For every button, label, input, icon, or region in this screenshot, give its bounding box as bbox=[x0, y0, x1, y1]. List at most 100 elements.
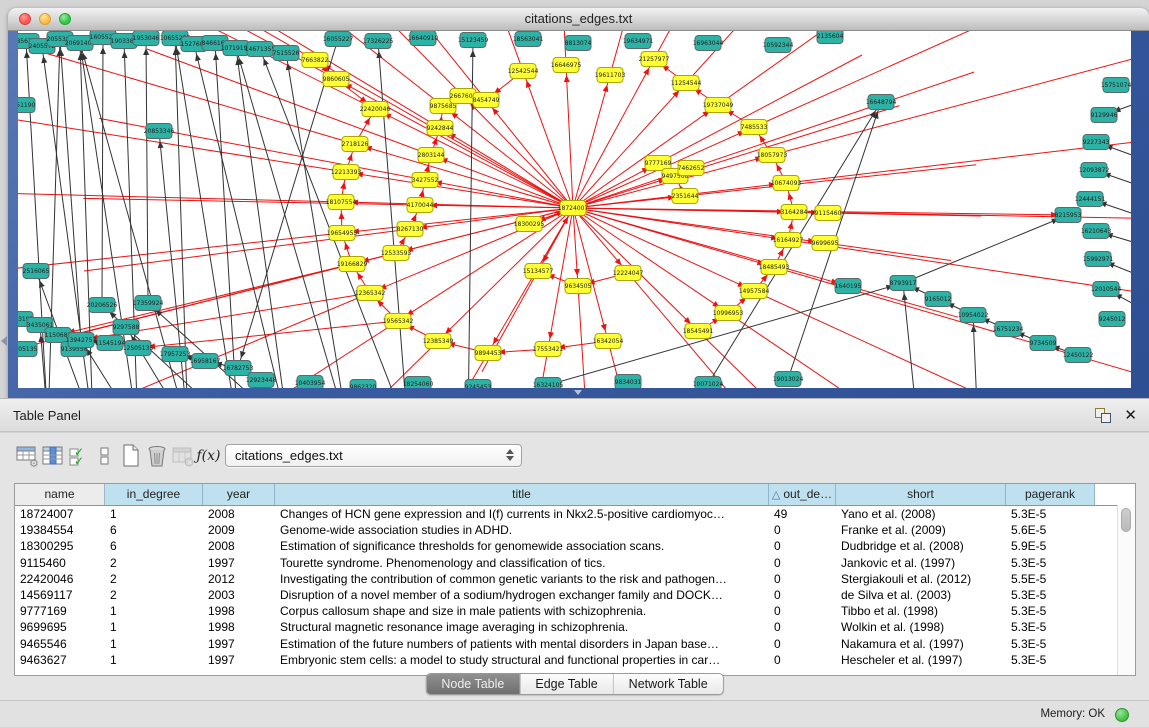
table-cell[interactable]: 2008 bbox=[203, 538, 275, 554]
table-cell[interactable]: Tibbo et al. (1998) bbox=[836, 603, 1006, 619]
graph-node-12365342[interactable]: 12365342 bbox=[355, 286, 386, 301]
graph-node-8454749[interactable]: 8454749 bbox=[473, 93, 500, 108]
column-header-year[interactable]: year bbox=[203, 484, 275, 505]
table-cell[interactable]: 5.3E-5 bbox=[1006, 619, 1095, 635]
table-cell[interactable]: 1997 bbox=[203, 636, 275, 652]
column-header-title[interactable]: title bbox=[275, 484, 769, 505]
table-cell[interactable]: Genome-wide association studies in ADHD. bbox=[275, 522, 769, 538]
graph-node-9862320[interactable]: 9862320 bbox=[350, 380, 377, 389]
graph-node-8813074[interactable]: 8813074 bbox=[565, 36, 592, 51]
table-cell[interactable]: 2009 bbox=[203, 522, 275, 538]
table-cell[interactable]: Nakamura et al. (1997) bbox=[836, 636, 1006, 652]
graph-node-19634971[interactable]: 19634971 bbox=[623, 34, 654, 49]
table-row[interactable]: 1938455462009Genome-wide association stu… bbox=[15, 522, 1135, 538]
graph-node-19565342[interactable]: 19565342 bbox=[383, 314, 414, 329]
graph-node-1953046[interactable]: 1953046 bbox=[133, 31, 160, 46]
table-cell[interactable]: Corpus callosum shape and size in male p… bbox=[275, 603, 769, 619]
table-cell[interactable]: Investigating the contribution of common… bbox=[275, 571, 769, 587]
graph-node-20206526[interactable]: 20206526 bbox=[87, 298, 118, 313]
graph-node-9245453[interactable]: 9245453 bbox=[465, 380, 492, 389]
graph-node-18300295[interactable]: 18300295 bbox=[514, 217, 545, 232]
table-cell[interactable]: Estimation of the future numbers of pati… bbox=[275, 636, 769, 652]
graph-node-15751074[interactable]: 15751074 bbox=[1101, 78, 1131, 93]
graph-node-17957253[interactable]: 17957253 bbox=[160, 347, 191, 362]
graph-node-12542544[interactable]: 12542544 bbox=[508, 64, 539, 79]
panel-splitter-handle[interactable] bbox=[571, 389, 585, 397]
table-cell[interactable]: 0 bbox=[769, 636, 836, 652]
graph-node-10996953[interactable]: 10996953 bbox=[713, 306, 744, 321]
table-row[interactable]: 1456911722003Disruption of a novel membe… bbox=[15, 587, 1135, 603]
table-cell[interactable]: 0 bbox=[769, 603, 836, 619]
network-window-titlebar[interactable]: citations_edges.txt bbox=[8, 8, 1149, 31]
table-cell[interactable]: 2 bbox=[105, 571, 203, 587]
table-cell[interactable]: 9115460 bbox=[15, 555, 105, 571]
graph-node-11254544[interactable]: 11254544 bbox=[671, 76, 702, 91]
table-cell[interactable]: 1997 bbox=[203, 652, 275, 668]
graph-node-18724007[interactable]: 18724007 bbox=[558, 201, 589, 216]
graph-node-3427552[interactable]: 3427552 bbox=[412, 173, 439, 188]
table-cell[interactable]: Stergiakouli et al. (2012) bbox=[836, 571, 1006, 587]
column-header-out_de[interactable]: △out_de… bbox=[769, 484, 836, 505]
column-header-pagerank[interactable]: pagerank bbox=[1006, 484, 1095, 505]
clear-selection-icon[interactable] bbox=[92, 443, 117, 469]
graph-node-3164284[interactable]: 3164284 bbox=[781, 205, 808, 220]
table-cell[interactable]: 2012 bbox=[203, 571, 275, 587]
table-cell[interactable]: Tourette syndrome. Phenomenology and cla… bbox=[275, 555, 769, 571]
table-cell[interactable]: de Silva et al. (2003) bbox=[836, 587, 1006, 603]
graph-node-19737049[interactable]: 19737049 bbox=[703, 98, 734, 113]
graph-node-2718126[interactable]: 2718126 bbox=[342, 137, 369, 152]
memory-status-light[interactable] bbox=[1115, 708, 1129, 722]
table-cell[interactable]: 1 bbox=[105, 603, 203, 619]
table-select-combobox[interactable]: citations_edges.txt bbox=[225, 444, 522, 467]
graph-node-12093872[interactable]: 12093872 bbox=[1079, 163, 1110, 178]
table-cell[interactable]: 5.6E-5 bbox=[1006, 522, 1095, 538]
table-cell[interactable]: 0 bbox=[769, 652, 836, 668]
graph-node-14671355[interactable]: 14671355 bbox=[245, 42, 276, 57]
graph-node-16640910[interactable]: 16640910 bbox=[408, 31, 439, 46]
graph-node-15134577[interactable]: 15134577 bbox=[523, 264, 554, 279]
graph-node-2351644[interactable]: 2351644 bbox=[672, 189, 699, 204]
graph-node-15992971[interactable]: 15992971 bbox=[1083, 252, 1114, 267]
table-cell[interactable]: Disruption of a novel member of a sodium… bbox=[275, 587, 769, 603]
graph-node-21257977[interactable]: 21257977 bbox=[639, 52, 670, 67]
graph-node-20853346[interactable]: 20853346 bbox=[144, 124, 175, 139]
graph-node-9165012[interactable]: 9165012 bbox=[925, 292, 952, 307]
table-cell[interactable]: 1 bbox=[105, 636, 203, 652]
graph-node-12923448[interactable]: 12923448 bbox=[246, 373, 277, 388]
graph-node-11545194[interactable]: 11545194 bbox=[95, 336, 126, 351]
graph-node-10403954[interactable]: 10403954 bbox=[295, 376, 326, 389]
graph-node-19166829[interactable]: 19166829 bbox=[337, 257, 368, 272]
table-cell[interactable]: 2003 bbox=[203, 587, 275, 603]
tab-node-table[interactable]: Node Table bbox=[426, 674, 519, 694]
graph-node-7485533[interactable]: 7485533 bbox=[741, 120, 768, 135]
graph-node-8793917[interactable]: 8793917 bbox=[890, 276, 917, 291]
table-row[interactable]: 2242004622012Investigating the contribut… bbox=[15, 571, 1135, 587]
table-row[interactable]: 977716911998Corpus callosum shape and si… bbox=[15, 603, 1135, 619]
graph-node-2516065[interactable]: 2516065 bbox=[23, 264, 50, 279]
graph-node-9227343[interactable]: 9227343 bbox=[1083, 135, 1110, 150]
graph-node-12224047[interactable]: 12224047 bbox=[613, 266, 644, 281]
graph-node-13942757[interactable]: 13942757 bbox=[66, 333, 97, 348]
graph-node-9734509[interactable]: 9734509 bbox=[1030, 336, 1057, 351]
graph-node-16751234[interactable]: 16751234 bbox=[993, 322, 1024, 337]
table-cell[interactable]: 2 bbox=[105, 587, 203, 603]
table-cell[interactable]: 18724007 bbox=[15, 506, 105, 522]
table-cell[interactable]: 0 bbox=[769, 587, 836, 603]
table-cell[interactable]: 19384554 bbox=[15, 522, 105, 538]
column-header-in_degree[interactable]: in_degree bbox=[105, 484, 203, 505]
graph-node-12533593[interactable]: 12533593 bbox=[381, 246, 412, 261]
graph-node-10071024[interactable]: 10071024 bbox=[693, 377, 724, 389]
graph-node-10674093[interactable]: 10674093 bbox=[771, 176, 802, 191]
graph-node-19654955[interactable]: 19654955 bbox=[327, 226, 358, 241]
graph-node-12444151[interactable]: 12444151 bbox=[1075, 192, 1106, 207]
citation-network-graph[interactable]: 1856304240557220553812069140616055251903… bbox=[18, 31, 1131, 388]
graph-node-16958167[interactable]: 16958167 bbox=[190, 354, 221, 369]
graph-node-16210643[interactable]: 16210643 bbox=[1081, 224, 1112, 239]
delete-table-icon[interactable]: ✕ bbox=[170, 443, 195, 469]
graph-node-16648794[interactable]: 16648794 bbox=[866, 95, 897, 110]
new-table-icon[interactable] bbox=[118, 443, 143, 469]
table-cell[interactable]: Yano et al. (2008) bbox=[836, 506, 1006, 522]
table-row[interactable]: 969969511998Structural magnetic resonanc… bbox=[15, 619, 1135, 635]
graph-node-16055227[interactable]: 16055227 bbox=[323, 32, 354, 47]
graph-node-2051190[interactable]: 2051190 bbox=[18, 98, 36, 113]
